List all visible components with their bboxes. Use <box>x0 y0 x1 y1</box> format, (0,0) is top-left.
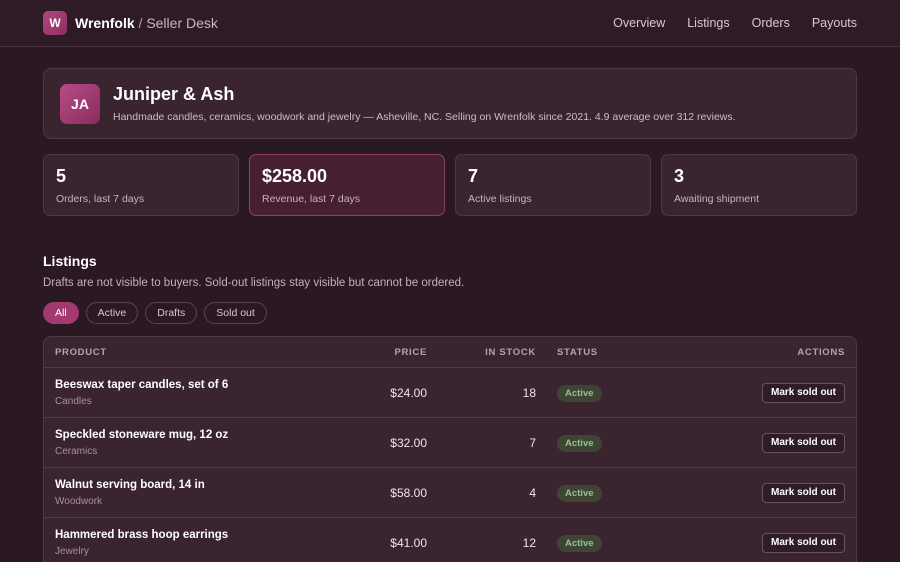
stat-label: Active listings <box>468 193 532 205</box>
status-cell: Active <box>536 383 656 402</box>
product-stock: 4 <box>529 485 536 500</box>
product-stock: 18 <box>522 385 536 400</box>
table-row: Hammered brass hoop earrings Jewelry $41… <box>44 518 856 562</box>
product-cell: Walnut serving board, 14 in Woodwork <box>44 479 344 507</box>
product-category: Candles <box>55 395 92 407</box>
top-bar: W Wrenfolk / Seller Desk Overview Listin… <box>0 0 900 47</box>
filter-sold-out[interactable]: Sold out <box>204 302 267 324</box>
status-cell: Active <box>536 433 656 452</box>
product-cell: Hammered brass hoop earrings Jewelry <box>44 529 344 557</box>
shop-info: Juniper & Ash Handmade candles, ceramics… <box>113 84 736 123</box>
product-stock: 7 <box>529 435 536 450</box>
column-header-status[interactable]: STATUS <box>536 347 656 358</box>
nav-overview[interactable]: Overview <box>613 16 665 30</box>
shop-description: Handmade candles, ceramics, woodwork and… <box>113 111 736 123</box>
actions-cell: Mark sold out <box>656 432 856 453</box>
mark-sold-out-button[interactable]: Mark sold out <box>761 432 845 453</box>
listing-filters: All Active Drafts Sold out <box>43 302 857 324</box>
product-name[interactable]: Walnut serving board, 14 in <box>55 479 344 491</box>
stat-label: Awaiting shipment <box>674 193 760 205</box>
brand-name: Wrenfolk <box>75 15 135 31</box>
listings-title: Listings <box>43 253 97 269</box>
product-name[interactable]: Speckled stoneware mug, 12 oz <box>55 429 344 441</box>
listings-table: PRODUCT PRICE IN STOCK STATUS ACTIONS Be… <box>43 336 857 562</box>
product-category: Jewelry <box>55 545 89 557</box>
shop-avatar: JA <box>60 83 100 124</box>
nav-orders[interactable]: Orders <box>752 16 790 30</box>
table-row: Beeswax taper candles, set of 6 Candles … <box>44 368 856 418</box>
status-badge: Active <box>557 435 602 452</box>
listings-description: Drafts are not visible to buyers. Sold-o… <box>43 277 465 289</box>
stat-label: Orders, last 7 days <box>56 193 145 205</box>
product-name[interactable]: Hammered brass hoop earrings <box>55 529 344 541</box>
stats-row: 5 Orders, last 7 days $258.00 Revenue, l… <box>43 154 857 216</box>
nav-listings[interactable]: Listings <box>687 16 729 30</box>
product-price: $32.00 <box>390 435 427 450</box>
stat-card-revenue: $258.00 Revenue, last 7 days <box>249 154 445 216</box>
main-content: JA Juniper & Ash Handmade candles, ceram… <box>0 47 900 562</box>
filter-all[interactable]: All <box>43 302 79 324</box>
stat-label: Revenue, last 7 days <box>262 193 361 205</box>
mark-sold-out-button[interactable]: Mark sold out <box>761 382 845 403</box>
column-header-stock[interactable]: IN STOCK <box>427 347 536 358</box>
status-badge: Active <box>557 385 602 402</box>
actions-cell: Mark sold out <box>656 532 856 553</box>
brand-logo-icon[interactable]: W <box>43 11 67 35</box>
brand-subtitle: Seller Desk <box>146 15 218 31</box>
product-category: Woodwork <box>55 495 103 507</box>
filter-active[interactable]: Active <box>85 302 139 324</box>
actions-cell: Mark sold out <box>656 382 856 403</box>
product-cell: Speckled stoneware mug, 12 oz Ceramics <box>44 429 344 457</box>
status-cell: Active <box>536 533 656 552</box>
column-header-price[interactable]: PRICE <box>344 347 427 358</box>
table-row: Walnut serving board, 14 in Woodwork $58… <box>44 468 856 518</box>
stat-value: 3 <box>674 166 685 186</box>
product-price: $41.00 <box>390 535 427 550</box>
product-name[interactable]: Beeswax taper candles, set of 6 <box>55 379 344 391</box>
mark-sold-out-button[interactable]: Mark sold out <box>761 532 845 553</box>
stat-card-orders: 5 Orders, last 7 days <box>43 154 239 216</box>
stat-value: $258.00 <box>262 166 328 186</box>
shop-card: JA Juniper & Ash Handmade candles, ceram… <box>43 68 857 139</box>
shop-name: Juniper & Ash <box>113 84 235 104</box>
main-nav: Overview Listings Orders Payouts <box>613 16 857 30</box>
brand-separator: / <box>134 15 147 31</box>
product-price: $58.00 <box>390 485 427 500</box>
status-badge: Active <box>557 535 602 552</box>
table-header: PRODUCT PRICE IN STOCK STATUS ACTIONS <box>44 337 856 368</box>
stat-value: 7 <box>468 166 479 186</box>
brand-title: Wrenfolk / Seller Desk <box>75 15 218 31</box>
mark-sold-out-button[interactable]: Mark sold out <box>761 482 845 503</box>
stat-card-awaiting-shipment: 3 Awaiting shipment <box>661 154 857 216</box>
table-row: Speckled stoneware mug, 12 oz Ceramics $… <box>44 418 856 468</box>
column-header-actions: ACTIONS <box>797 346 845 358</box>
filter-drafts[interactable]: Drafts <box>145 302 198 324</box>
status-cell: Active <box>536 483 656 502</box>
actions-cell: Mark sold out <box>656 482 856 503</box>
nav-payouts[interactable]: Payouts <box>812 16 857 30</box>
stat-value: 5 <box>56 166 67 186</box>
status-badge: Active <box>557 485 602 502</box>
product-stock: 12 <box>522 535 536 550</box>
stat-card-active-listings: 7 Active listings <box>455 154 651 216</box>
product-price: $24.00 <box>390 385 427 400</box>
product-category: Ceramics <box>55 445 98 457</box>
column-header-product[interactable]: PRODUCT <box>44 347 344 358</box>
product-cell: Beeswax taper candles, set of 6 Candles <box>44 379 344 407</box>
